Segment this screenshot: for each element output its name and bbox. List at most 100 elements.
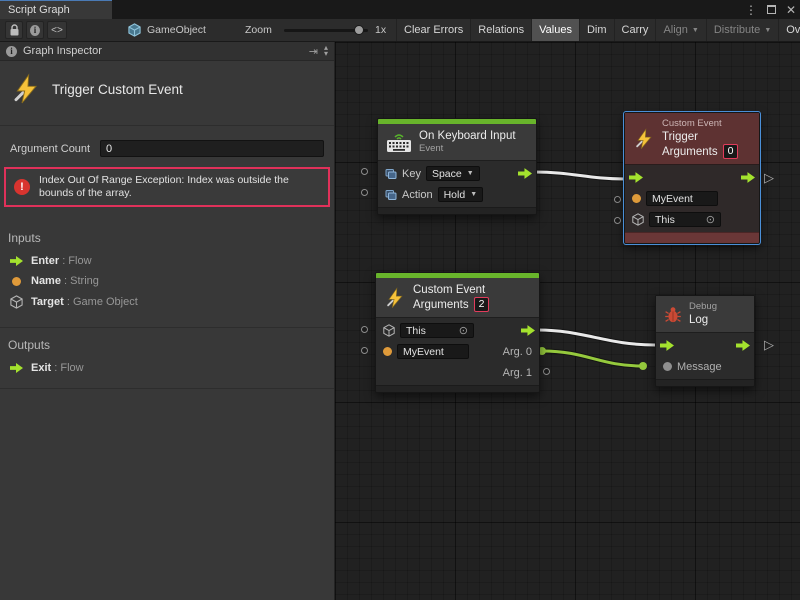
close-icon[interactable]: ✕ [786, 4, 796, 16]
target-row: This ⊙ [376, 320, 539, 341]
port-key[interactable] [361, 168, 368, 175]
event-name-input[interactable]: MyEvent [397, 344, 469, 359]
clear-errors-button[interactable]: Clear Errors [396, 19, 471, 41]
flow-output-port[interactable] [518, 168, 532, 179]
gameobject-selector[interactable]: GameObject [128, 19, 206, 41]
graph-canvas[interactable]: On Keyboard Input Event Key Space ▼ [335, 42, 800, 600]
align-button[interactable]: Align▼ [656, 19, 706, 41]
flow-output-port[interactable] [741, 172, 755, 183]
arg1-label: Arg. 1 [503, 367, 532, 379]
object-picker-icon[interactable]: ⊙ [706, 213, 715, 226]
port-trigger-name[interactable] [614, 196, 621, 203]
port-action[interactable] [361, 189, 368, 196]
toolbar-buttons: Clear Errors Relations Values Dim Carry … [396, 19, 800, 41]
toolbar: i <> GameObject Zoom 1x Clear Errors Rel… [0, 19, 800, 42]
info-icon: i [30, 25, 40, 36]
cube-icon[interactable] [632, 213, 644, 226]
port-event-target[interactable] [361, 326, 368, 333]
inspector-toggle-button[interactable]: i [26, 21, 44, 39]
key-dropdown[interactable]: Space ▼ [426, 166, 480, 181]
titlebar: Script Graph ⋮ ✕ [0, 0, 800, 19]
pin-type: : Game Object [67, 296, 138, 308]
values-button[interactable]: Values [532, 19, 580, 41]
inspector-stepper[interactable]: ▴ ▾ [324, 45, 328, 57]
gameobject-cube-icon [128, 23, 141, 37]
argument-count-label: Argument Count [10, 143, 100, 155]
argument-count-row: Argument Count [0, 126, 334, 167]
node-title: On Keyboard Input [419, 129, 516, 143]
lock-button[interactable] [5, 21, 23, 39]
flow-input-port[interactable] [629, 172, 643, 183]
carry-handle-icon[interactable]: ▷ [764, 171, 774, 184]
carry-button[interactable]: Carry [615, 19, 657, 41]
port-arg1[interactable] [543, 368, 550, 375]
info-icon: i [6, 46, 17, 57]
keycode-icon [385, 168, 397, 180]
pin-type: : Flow [62, 255, 91, 267]
zoom-slider-thumb[interactable] [354, 25, 364, 35]
arguments-label: Arguments [413, 298, 469, 312]
node-footer [656, 379, 754, 386]
node-category: Debug [689, 301, 717, 313]
node-trigger-custom-event[interactable]: Custom Event Trigger Arguments 0 [624, 112, 760, 244]
input-pin-enter: Enter : Flow [0, 251, 334, 271]
dock-right-icon[interactable]: ⇥ [309, 45, 318, 58]
cube-icon [10, 295, 23, 309]
node-debug-log[interactable]: Debug Log Message [655, 295, 755, 387]
tab-script-graph[interactable]: Script Graph [0, 0, 112, 19]
gameobject-label: GameObject [147, 24, 206, 36]
lightning-bolt-icon [10, 73, 42, 105]
zoom-value: 1x [375, 19, 386, 41]
output-pin-exit: Exit : Flow [0, 358, 334, 378]
node-header: Custom Event Trigger Arguments 0 [625, 113, 759, 165]
zoom-slider[interactable] [284, 29, 368, 32]
inspector-title-text: Trigger Custom Event [52, 82, 183, 97]
action-dropdown[interactable]: Hold ▼ [438, 187, 484, 202]
key-row: Key Space ▼ [378, 163, 536, 184]
string-port-icon[interactable] [632, 194, 641, 203]
code-icon: <> [51, 25, 63, 36]
inspector-header: i Graph Inspector ⇥ ▴ ▾ [0, 42, 334, 61]
node-custom-event[interactable]: Custom Event Arguments 2 This ⊙ [375, 272, 540, 393]
port-event-name[interactable] [361, 347, 368, 354]
target-dropdown[interactable]: This ⊙ [649, 212, 721, 227]
pin-type: : Flow [54, 362, 83, 374]
flow-arrow-icon [10, 363, 23, 373]
arg1-row: Arg. 1 [376, 362, 539, 383]
chevron-down-icon: ▼ [692, 27, 699, 34]
menu-icon[interactable]: ⋮ [745, 4, 757, 16]
flow-output-port[interactable] [736, 340, 750, 351]
event-name-row: MyEvent Arg. 0 [376, 341, 539, 362]
port-trigger-target[interactable] [614, 217, 621, 224]
pin-name: Enter [31, 255, 59, 267]
argument-count-input[interactable] [100, 140, 324, 157]
carry-handle-icon[interactable]: ▷ [764, 338, 774, 351]
message-port-icon[interactable] [663, 362, 672, 371]
node-on-keyboard-input[interactable]: On Keyboard Input Event Key Space ▼ [377, 118, 537, 215]
node-title: Custom Event [413, 283, 489, 297]
pin-name: Exit [31, 362, 51, 374]
flow-input-port[interactable] [660, 340, 674, 351]
input-pin-target: Target : Game Object [0, 291, 334, 313]
flow-output-port[interactable] [521, 325, 535, 336]
cube-icon[interactable] [383, 324, 395, 337]
code-view-button[interactable]: <> [47, 21, 67, 39]
node-body: Message [656, 333, 754, 379]
lightning-bolt-icon [633, 127, 655, 151]
relations-button[interactable]: Relations [471, 19, 532, 41]
string-port-icon[interactable] [383, 347, 392, 356]
overview-button[interactable]: Overv [779, 19, 800, 41]
dim-button[interactable]: Dim [580, 19, 615, 41]
target-dropdown[interactable]: This ⊙ [400, 323, 474, 338]
inspector-unit-title: Trigger Custom Event [0, 61, 334, 119]
node-footer [378, 207, 536, 214]
distribute-button[interactable]: Distribute▼ [707, 19, 779, 41]
node-header: Debug Log [656, 296, 754, 333]
action-row: Action Hold ▼ [378, 184, 536, 205]
object-picker-icon[interactable]: ⊙ [459, 324, 468, 337]
target-row: This ⊙ [625, 209, 759, 230]
event-name-input[interactable]: MyEvent [646, 191, 718, 206]
maximize-icon[interactable] [767, 5, 776, 14]
pin-type: : String [64, 275, 99, 287]
outputs-section-header: Outputs [0, 328, 334, 358]
